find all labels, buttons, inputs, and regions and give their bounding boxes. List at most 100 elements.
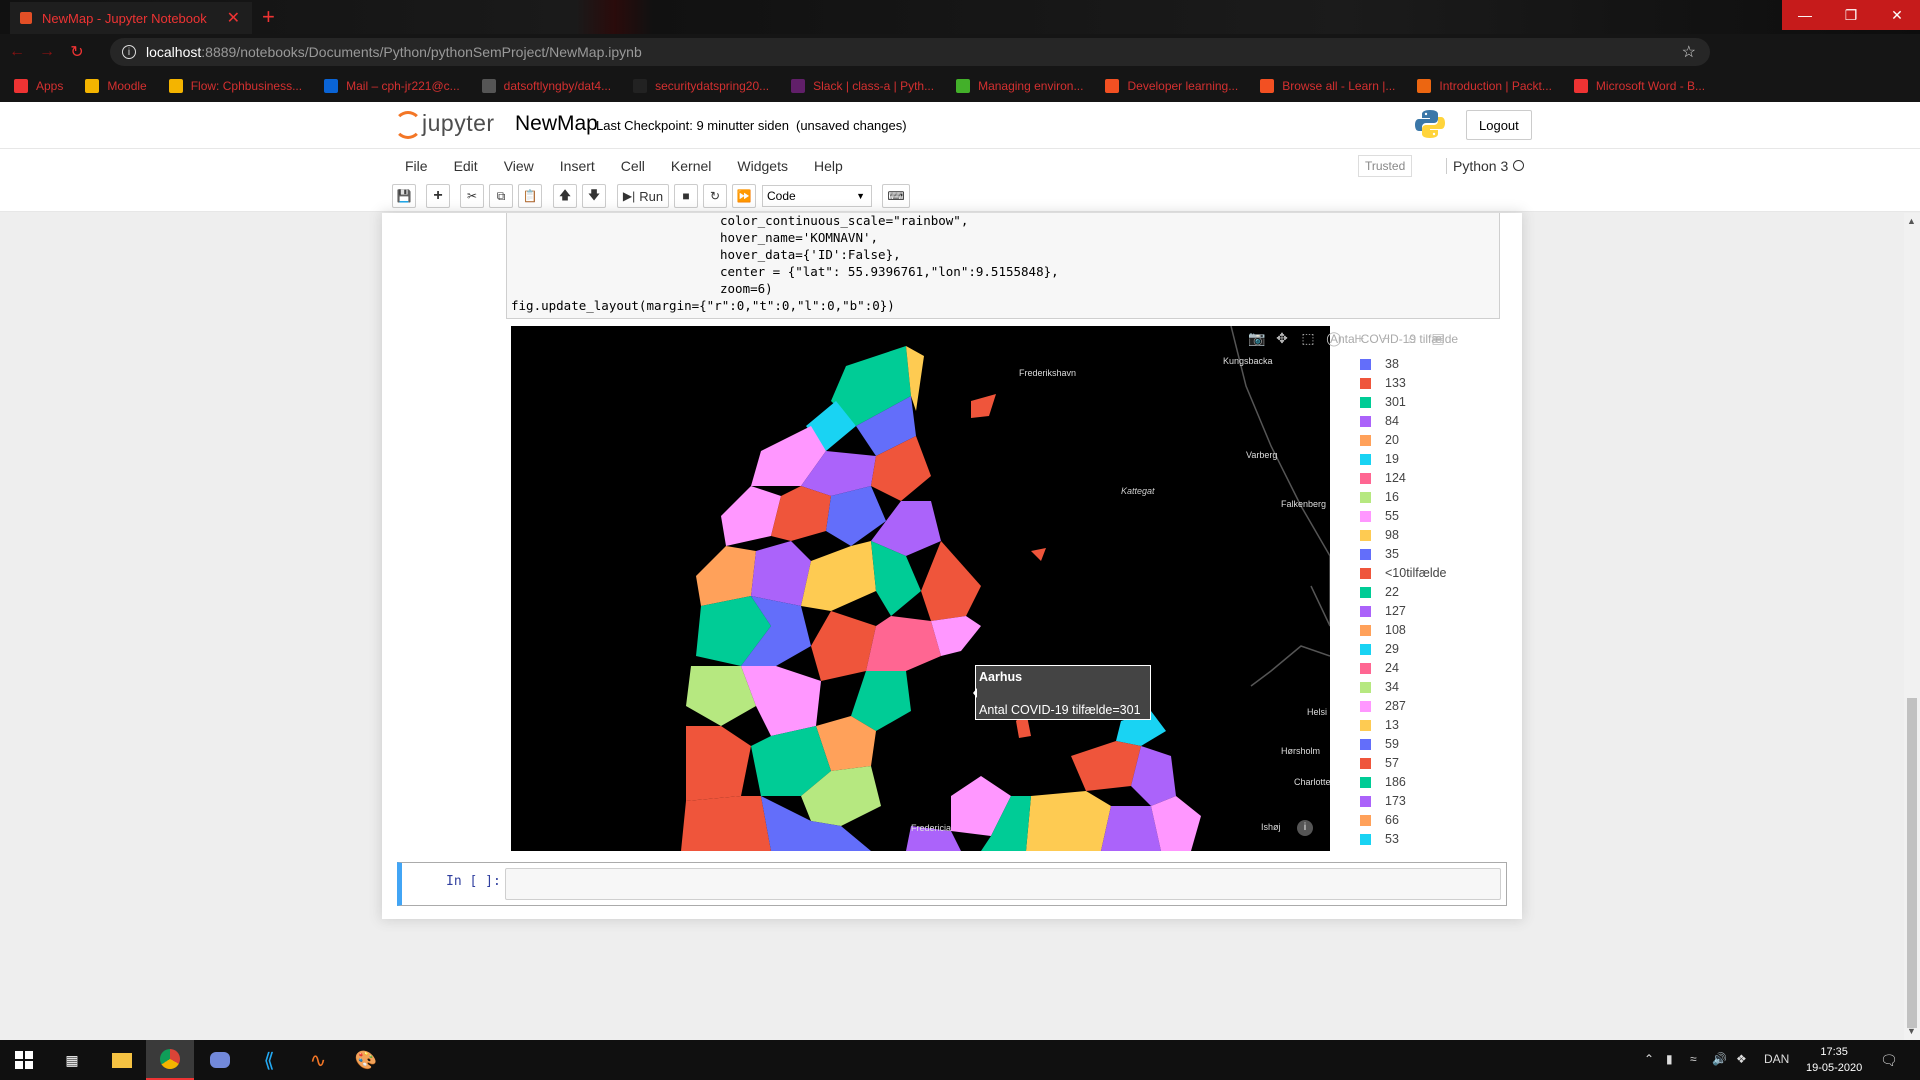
bookmark-item[interactable]: Mail – cph-jr221@c... (324, 79, 460, 93)
legend-item[interactable]: 66 (1360, 813, 1399, 827)
taskbar-clock[interactable]: 17:35 19-05-2020 (1806, 1044, 1862, 1076)
choropleth-map[interactable]: Frederikshavn Kungsbacka Varberg Kattega… (511, 326, 1330, 851)
trusted-badge[interactable]: Trusted (1358, 155, 1413, 177)
menu-widgets[interactable]: Widgets (724, 158, 801, 174)
notebook-name[interactable]: NewMap (515, 112, 598, 136)
window-minimize-button[interactable]: — (1782, 0, 1828, 30)
wifi-icon[interactable]: ≈ (1690, 1052, 1697, 1066)
save-icon[interactable]: 💾 (392, 184, 416, 208)
copy-icon[interactable]: ⧉ (489, 184, 513, 208)
address-bar[interactable]: i localhost:8889/notebooks/Documents/Pyt… (110, 38, 1710, 66)
volume-icon[interactable]: 🔊 (1712, 1052, 1727, 1066)
paint-icon[interactable]: 🎨 (342, 1040, 390, 1080)
back-icon[interactable]: ← (4, 43, 30, 61)
logout-button[interactable]: Logout (1466, 110, 1532, 140)
legend-item[interactable]: 20 (1360, 433, 1399, 447)
legend-item[interactable]: 55 (1360, 509, 1399, 523)
cell-type-select[interactable]: Code ▼ (762, 185, 872, 207)
restart-icon[interactable]: ↻ (703, 184, 727, 208)
jupyter-logo[interactable]: jupyter (392, 108, 495, 139)
menu-kernel[interactable]: Kernel (658, 158, 724, 174)
tab-close-icon[interactable]: ✕ (227, 8, 240, 28)
window-close-button[interactable]: ✕ (1874, 0, 1920, 30)
legend-item[interactable]: 53 (1360, 832, 1399, 846)
legend-item[interactable]: 57 (1360, 756, 1399, 770)
camera-icon[interactable]: 📷 (1248, 330, 1265, 347)
legend-item[interactable]: 84 (1360, 414, 1399, 428)
battery-icon[interactable]: ▮ (1666, 1052, 1673, 1066)
scroll-down-icon[interactable]: ▼ (1907, 1026, 1916, 1036)
legend-item[interactable]: 13 (1360, 718, 1399, 732)
notifications-icon[interactable]: 🗨 (1880, 1052, 1898, 1069)
jupyter-taskbar-icon[interactable]: ∿ (294, 1040, 342, 1080)
reset-view-icon[interactable]: ⌂ (1404, 330, 1420, 347)
cell-input-editor[interactable] (505, 868, 1501, 900)
bookmark-item[interactable]: Browse all - Learn |... (1260, 79, 1395, 93)
legend-item[interactable]: 287 (1360, 699, 1406, 713)
pan-icon[interactable]: ✥ (1274, 330, 1290, 347)
site-info-icon[interactable]: i (122, 45, 136, 59)
bookmark-item[interactable]: Managing environ... (956, 79, 1083, 93)
restart-run-all-icon[interactable]: ⏩ (732, 184, 756, 208)
legend-item[interactable]: 127 (1360, 604, 1406, 618)
new-tab-button[interactable]: + (262, 4, 275, 30)
input-language[interactable]: DAN (1764, 1052, 1789, 1066)
bookmark-star-icon[interactable]: ☆ (1682, 42, 1696, 62)
bookmark-item[interactable]: Flow: Cphbusiness... (168, 79, 302, 93)
legend-item[interactable]: 173 (1360, 794, 1406, 808)
tray-chevron-up-icon[interactable]: ⌃ (1644, 1052, 1654, 1066)
zoom-out-icon[interactable]: − (1378, 330, 1394, 347)
legend-item[interactable]: 19 (1360, 452, 1399, 466)
browser-tab[interactable]: NewMap - Jupyter Notebook ✕ (10, 2, 252, 34)
scroll-thumb[interactable] (1907, 698, 1917, 1028)
legend-item[interactable]: 24 (1360, 661, 1399, 675)
menu-insert[interactable]: Insert (547, 158, 608, 174)
legend-item[interactable]: 186 (1360, 775, 1406, 789)
lasso-icon[interactable]: ◯ (1326, 330, 1342, 347)
legend-item[interactable]: 108 (1360, 623, 1406, 637)
dropbox-icon[interactable]: ❖ (1736, 1052, 1747, 1066)
menu-file[interactable]: File (392, 158, 441, 174)
window-restore-button[interactable]: ❐ (1828, 0, 1874, 30)
vscode-icon[interactable]: ⟪ (245, 1040, 293, 1080)
chrome-icon[interactable] (146, 1040, 194, 1080)
legend-item[interactable]: 34 (1360, 680, 1399, 694)
command-palette-icon[interactable]: ⌨ (882, 184, 910, 208)
bookmark-item[interactable]: Slack | class-a | Pyth... (791, 79, 934, 93)
legend-item[interactable]: 16 (1360, 490, 1399, 504)
insert-cell-icon[interactable]: + (426, 184, 450, 208)
file-explorer-icon[interactable] (98, 1040, 146, 1080)
attribution-info-icon[interactable]: i (1297, 820, 1313, 836)
zoom-in-icon[interactable]: + (1352, 330, 1368, 347)
bookmark-item[interactable]: Moodle (85, 79, 147, 93)
box-select-icon[interactable]: ⬚ (1300, 330, 1316, 347)
bookmark-item[interactable]: Microsoft Word - B... (1573, 79, 1705, 93)
plotly-logo-icon[interactable]: ▤ (1430, 330, 1446, 347)
windows-start-icon[interactable] (0, 1040, 48, 1080)
menu-help[interactable]: Help (801, 158, 856, 174)
interrupt-icon[interactable]: ■ (674, 184, 698, 208)
bookmark-item[interactable]: datsoftlyngby/dat4... (481, 79, 611, 93)
legend-item[interactable]: 22 (1360, 585, 1399, 599)
scroll-up-icon[interactable]: ▲ (1907, 216, 1916, 226)
bookmark-item[interactable]: Introduction | Packt... (1417, 79, 1552, 93)
task-view-icon[interactable]: ▦ (48, 1040, 96, 1080)
page-scrollbar[interactable]: ▲ ▼ (1904, 213, 1920, 1040)
legend-item[interactable]: 59 (1360, 737, 1399, 751)
legend-item[interactable]: <10tilfælde (1360, 566, 1447, 580)
bookmark-item[interactable]: securitydatspring20... (633, 79, 769, 93)
legend-item[interactable]: 35 (1360, 547, 1399, 561)
reload-icon[interactable]: ↻ (64, 42, 90, 62)
discord-icon[interactable] (196, 1040, 244, 1080)
menu-cell[interactable]: Cell (608, 158, 658, 174)
legend-item[interactable]: 301 (1360, 395, 1406, 409)
menu-view[interactable]: View (491, 158, 547, 174)
forward-icon[interactable]: → (34, 43, 60, 61)
legend-item[interactable]: 29 (1360, 642, 1399, 656)
legend-item[interactable]: 133 (1360, 376, 1406, 390)
paste-icon[interactable]: 📋 (518, 184, 542, 208)
bookmark-item[interactable]: Apps (14, 79, 63, 93)
move-down-icon[interactable]: 🡇 (582, 184, 606, 208)
legend-item[interactable]: 124 (1360, 471, 1406, 485)
legend-item[interactable]: 98 (1360, 528, 1399, 542)
